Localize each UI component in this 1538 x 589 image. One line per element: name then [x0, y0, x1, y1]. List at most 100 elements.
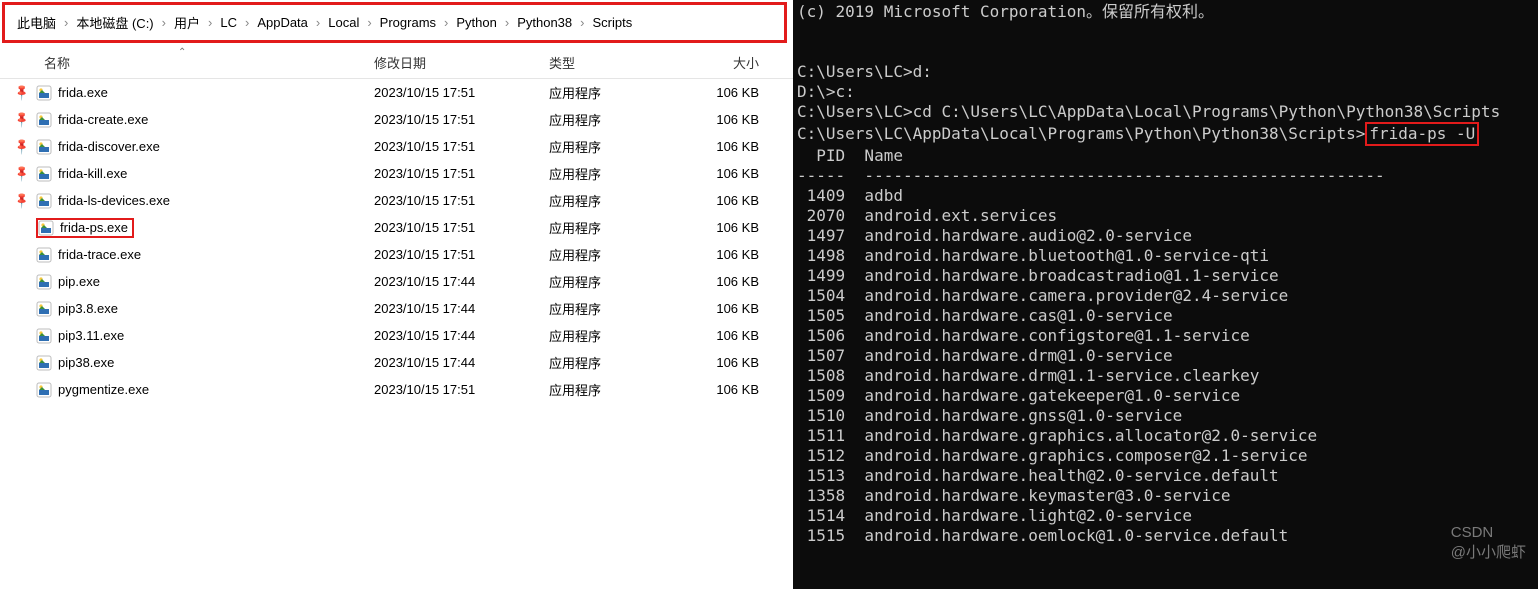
file-name-cell[interactable]: frida-trace.exe	[36, 247, 374, 263]
file-explorer: 此电脑›本地磁盘 (C:)›用户›LC›AppData›Local›Progra…	[0, 0, 793, 589]
pin-column: 📌	[8, 167, 36, 180]
file-date: 2023/10/15 17:44	[374, 274, 549, 289]
file-name-cell[interactable]: frida-kill.exe	[36, 166, 374, 182]
file-name-cell[interactable]: frida-ps.exe	[36, 218, 374, 238]
file-type: 应用程序	[549, 164, 699, 183]
exe-file-icon	[38, 220, 54, 236]
exe-file-icon	[36, 382, 52, 398]
file-row[interactable]: 📌frida-kill.exe2023/10/15 17:51应用程序106 K…	[0, 160, 793, 187]
file-type: 应用程序	[549, 380, 699, 399]
terminal-line: 1513 android.hardware.health@2.0-service…	[797, 466, 1534, 486]
file-size: 106 KB	[699, 112, 759, 127]
terminal-line: 1510 android.hardware.gnss@1.0-service	[797, 406, 1534, 426]
file-row[interactable]: pip3.8.exe2023/10/15 17:44应用程序106 KB	[0, 295, 793, 322]
breadcrumb-segment[interactable]: 用户	[170, 11, 204, 34]
exe-file-icon	[36, 355, 52, 371]
file-name-cell[interactable]: frida-create.exe	[36, 112, 374, 128]
chevron-right-icon: ›	[578, 15, 586, 30]
breadcrumb-segment[interactable]: Python	[452, 13, 500, 32]
file-name-cell[interactable]: pygmentize.exe	[36, 382, 374, 398]
file-name-cell[interactable]: pip3.11.exe	[36, 328, 374, 344]
exe-file-icon	[36, 112, 52, 128]
exe-file-icon	[36, 247, 52, 263]
file-date: 2023/10/15 17:51	[374, 139, 549, 154]
file-name-cell[interactable]: frida-discover.exe	[36, 139, 374, 155]
terminal-line: 1509 android.hardware.gatekeeper@1.0-ser…	[797, 386, 1534, 406]
column-type[interactable]: 类型	[549, 53, 699, 72]
chevron-right-icon: ›	[314, 15, 322, 30]
file-date: 2023/10/15 17:44	[374, 355, 549, 370]
exe-file-icon	[36, 193, 52, 209]
file-list[interactable]: 📌frida.exe2023/10/15 17:51应用程序106 KB📌fri…	[0, 79, 793, 589]
file-row[interactable]: pip.exe2023/10/15 17:44应用程序106 KB	[0, 268, 793, 295]
file-type: 应用程序	[549, 110, 699, 129]
file-row[interactable]: 📌frida-discover.exe2023/10/15 17:51应用程序1…	[0, 133, 793, 160]
column-headers: 名称 ⌃ 修改日期 类型 大小	[0, 49, 793, 79]
file-name: frida-ls-devices.exe	[58, 193, 170, 208]
file-name-cell[interactable]: frida.exe	[36, 85, 374, 101]
breadcrumb[interactable]: 此电脑›本地磁盘 (C:)›用户›LC›AppData›Local›Progra…	[2, 2, 787, 43]
file-type: 应用程序	[549, 326, 699, 345]
terminal-command: frida-ps -U	[1365, 122, 1479, 146]
file-date: 2023/10/15 17:51	[374, 220, 549, 235]
pin-icon: 📌	[13, 83, 32, 102]
pin-column: 📌	[8, 194, 36, 207]
file-type: 应用程序	[549, 245, 699, 264]
breadcrumb-segment[interactable]: LC	[216, 13, 241, 32]
file-row[interactable]: frida-trace.exe2023/10/15 17:51应用程序106 K…	[0, 241, 793, 268]
column-name-label: 名称	[44, 56, 70, 71]
exe-file-icon	[36, 166, 52, 182]
breadcrumb-segment[interactable]: Programs	[376, 13, 440, 32]
file-type: 应用程序	[549, 218, 699, 237]
terminal-line: 1506 android.hardware.configstore@1.1-se…	[797, 326, 1534, 346]
file-row[interactable]: 📌frida-create.exe2023/10/15 17:51应用程序106…	[0, 106, 793, 133]
column-date[interactable]: 修改日期	[374, 53, 549, 72]
file-name-cell[interactable]: pip.exe	[36, 274, 374, 290]
terminal-line: C:\Users\LC>d:	[797, 62, 1534, 82]
terminal-line: 1504 android.hardware.camera.provider@2.…	[797, 286, 1534, 306]
terminal-line: 1409 adbd	[797, 186, 1534, 206]
column-size[interactable]: 大小	[699, 53, 759, 72]
file-name: frida-trace.exe	[58, 247, 141, 262]
terminal-line: 2070 android.ext.services	[797, 206, 1534, 226]
terminal-line: (c) 2019 Microsoft Corporation。保留所有权利。	[797, 2, 1534, 22]
pin-icon: 📌	[13, 191, 32, 210]
file-row[interactable]: 📌frida-ls-devices.exe2023/10/15 17:51应用程…	[0, 187, 793, 214]
file-row[interactable]: pygmentize.exe2023/10/15 17:51应用程序106 KB	[0, 376, 793, 403]
file-size: 106 KB	[699, 193, 759, 208]
file-name-cell[interactable]: pip38.exe	[36, 355, 374, 371]
file-name: pip3.8.exe	[58, 301, 118, 316]
breadcrumb-segment[interactable]: Local	[324, 13, 363, 32]
watermark: CSDN @小小爬虾	[1434, 503, 1526, 583]
file-size: 106 KB	[699, 85, 759, 100]
breadcrumb-segment[interactable]: 此电脑	[13, 11, 60, 34]
file-row[interactable]: frida-ps.exe2023/10/15 17:51应用程序106 KB	[0, 214, 793, 241]
file-date: 2023/10/15 17:51	[374, 382, 549, 397]
pin-column: 📌	[8, 113, 36, 126]
file-name-cell[interactable]: frida-ls-devices.exe	[36, 193, 374, 209]
exe-file-icon	[36, 85, 52, 101]
file-date: 2023/10/15 17:51	[374, 112, 549, 127]
breadcrumb-segment[interactable]: Python38	[513, 13, 576, 32]
terminal-line: 1498 android.hardware.bluetooth@1.0-serv…	[797, 246, 1534, 266]
terminal-line: 1514 android.hardware.light@2.0-service	[797, 506, 1534, 526]
terminal-line: 1508 android.hardware.drm@1.1-service.cl…	[797, 366, 1534, 386]
breadcrumb-segment[interactable]: 本地磁盘 (C:)	[72, 11, 157, 34]
pin-icon: 📌	[13, 110, 32, 129]
file-date: 2023/10/15 17:44	[374, 328, 549, 343]
file-size: 106 KB	[699, 301, 759, 316]
column-name[interactable]: 名称 ⌃	[44, 53, 374, 72]
file-name: pip3.11.exe	[58, 328, 124, 343]
breadcrumb-segment[interactable]: AppData	[253, 13, 312, 32]
file-date: 2023/10/15 17:51	[374, 193, 549, 208]
file-date: 2023/10/15 17:51	[374, 85, 549, 100]
file-size: 106 KB	[699, 355, 759, 370]
file-row[interactable]: pip3.11.exe2023/10/15 17:44应用程序106 KB	[0, 322, 793, 349]
terminal-line: 1497 android.hardware.audio@2.0-service	[797, 226, 1534, 246]
terminal-line: D:\>c:	[797, 82, 1534, 102]
file-row[interactable]: pip38.exe2023/10/15 17:44应用程序106 KB	[0, 349, 793, 376]
file-row[interactable]: 📌frida.exe2023/10/15 17:51应用程序106 KB	[0, 79, 793, 106]
terminal[interactable]: (c) 2019 Microsoft Corporation。保留所有权利。 C…	[793, 0, 1538, 589]
breadcrumb-segment[interactable]: Scripts	[588, 13, 636, 32]
file-name-cell[interactable]: pip3.8.exe	[36, 301, 374, 317]
